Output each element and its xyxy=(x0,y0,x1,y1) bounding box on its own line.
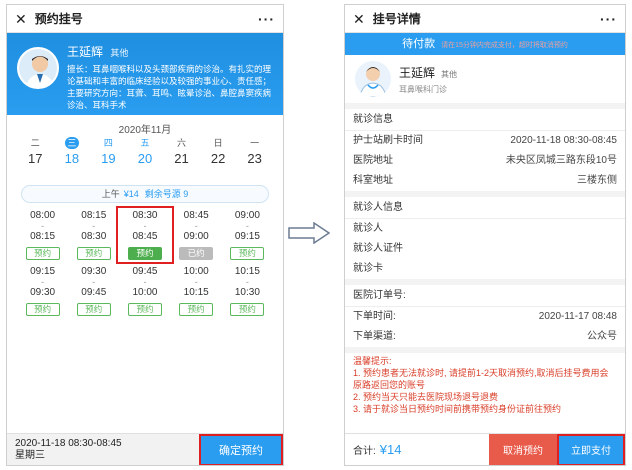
day-item[interactable]: 六 21 xyxy=(167,137,197,175)
close-icon[interactable]: ✕ xyxy=(353,12,365,26)
booked-badge: 已约 xyxy=(179,247,214,260)
period-bar: 上午 ¥14 剩余号源 9 xyxy=(21,185,269,203)
doctor-avatar xyxy=(17,47,59,89)
total-label: 合计: xyxy=(353,446,376,457)
confirm-booking-button[interactable]: 确定预约 xyxy=(199,433,283,465)
selected-datetime: 2020-11-18 08:30-08:45 xyxy=(15,437,122,449)
doctor-name: 王延辉 xyxy=(67,45,104,59)
doctor-tag: 其他 xyxy=(110,48,129,58)
info-row: 下单时间: 2020-11-17 08:48 xyxy=(353,311,617,322)
payment-status: 待付款 xyxy=(402,38,436,50)
day-item-selected[interactable]: 三 18 xyxy=(57,137,87,175)
time-slot: 09:00-09:15 预约 xyxy=(222,209,273,261)
doctor-tag: 其他 xyxy=(441,69,458,79)
day-item[interactable]: 一 23 xyxy=(240,137,270,175)
time-slot: 10:00-10:15 预约 xyxy=(171,265,222,317)
right-topbar: ✕ 挂号详情 ··· xyxy=(345,5,625,33)
book-button[interactable]: 预约 xyxy=(127,303,162,316)
page-title: 预约挂号 xyxy=(34,12,83,26)
time-slot: 09:30-09:45 预约 xyxy=(68,265,119,317)
day-item[interactable]: 五 20 xyxy=(130,137,160,175)
pay-now-button[interactable]: 立即支付 xyxy=(557,433,625,465)
info-row: 医院地址 未央区凤城三路东段10号 xyxy=(353,155,617,166)
book-button[interactable]: 预约 xyxy=(25,247,60,260)
info-row: 就诊卡 xyxy=(353,263,383,274)
tip-item: 2. 预约当天只能去医院现场退号退费 xyxy=(353,392,499,402)
selected-weekday: 星期三 xyxy=(15,449,45,461)
book-button-selected[interactable]: 预约 xyxy=(127,247,162,260)
total-amount: ¥14 xyxy=(379,442,402,457)
book-button[interactable]: 预约 xyxy=(76,303,111,316)
time-slot-selected: 08:30-08:45 预约 xyxy=(116,206,174,264)
day-item[interactable]: 日 22 xyxy=(203,137,233,175)
time-slot: 08:00-08:15 预约 xyxy=(17,209,68,261)
doctor-intro: 擅长：耳鼻咽喉科以及头颈部疾病的诊治。有扎实的理论基础和丰富的临床经验以及较强的… xyxy=(67,64,272,110)
time-slot: 09:15-09:30 预约 xyxy=(17,265,68,317)
flow-arrow-icon xyxy=(288,222,330,244)
time-slot: 08:45-09:00 已约 xyxy=(171,209,222,261)
tips-title: 温馨提示: xyxy=(353,356,392,366)
doctor-card: 王延辉 其他 耳鼻喉科门诊 xyxy=(345,55,625,109)
book-button[interactable]: 预约 xyxy=(179,303,214,316)
info-row: 下单渠道: 公众号 xyxy=(353,331,617,342)
info-row: 就诊人证件 xyxy=(353,243,403,254)
day-item[interactable]: 四 19 xyxy=(93,137,123,175)
doctor-dept: 耳鼻喉科门诊 xyxy=(399,84,447,94)
order-number-title: 医院订单号: xyxy=(345,285,625,307)
booking-screen: ✕ 预约挂号 ··· 王延辉 其他 擅长：耳鼻咽喉科以及头颈部疾病的诊治。有扎实… xyxy=(6,4,284,466)
order-detail-screen: ✕ 挂号详情 ··· 待付款 请在15分钟内完成支付，超时将取消预约 王延辉 其他 … xyxy=(344,4,626,466)
time-slot: 09:45-10:00 预约 xyxy=(119,265,170,317)
payment-status-hint: 请在15分钟内完成支付，超时将取消预约 xyxy=(441,42,568,49)
period-label: 上午 xyxy=(101,189,120,199)
cancel-booking-button[interactable]: 取消预约 xyxy=(489,433,557,465)
book-button[interactable]: 预约 xyxy=(230,247,265,260)
month-label: 2020年11月 xyxy=(118,125,172,136)
info-row: 科室地址 三楼东侧 xyxy=(353,175,617,186)
close-icon[interactable]: ✕ xyxy=(15,12,27,26)
more-icon[interactable]: ··· xyxy=(258,11,275,27)
book-button[interactable]: 预约 xyxy=(76,247,111,260)
patient-info-title: 就诊人信息 xyxy=(345,197,625,219)
tips-block: 温馨提示: 1. 预约患者无法就诊时, 请提前1-2天取消预约,取消后挂号费用会… xyxy=(345,353,625,417)
page-title: 挂号详情 xyxy=(372,12,421,26)
tip-item: 3. 请于就诊当日预约时间前携带预约身份证前往预约 xyxy=(353,404,562,414)
total: 合计: ¥14 xyxy=(345,442,489,457)
time-slot: 10:15-10:30 预约 xyxy=(222,265,273,317)
doctor-banner: 王延辉 其他 擅长：耳鼻咽喉科以及头颈部疾病的诊治。有扎实的理论基础和丰富的临床… xyxy=(7,33,283,115)
more-icon[interactable]: ··· xyxy=(600,11,617,27)
time-slot: 08:15-08:30 预约 xyxy=(68,209,119,261)
payment-footer: 合计: ¥14 取消预约 立即支付 xyxy=(345,433,625,465)
book-button[interactable]: 预约 xyxy=(230,303,265,316)
time-slot-grid: 08:00-08:15 预约 08:15-08:30 预约 08:30-08:45 预… xyxy=(7,206,283,317)
visit-info-title: 就诊信息 xyxy=(345,109,625,131)
info-row: 就诊人 xyxy=(353,223,383,234)
left-topbar: ✕ 预约挂号 ··· xyxy=(7,5,283,33)
date-picker: 二 17 三 18 四 19 五 20 六 21 日 22 一 23 xyxy=(7,135,283,175)
doctor-avatar-icon xyxy=(355,61,391,97)
booking-footer: 2020-11-18 08:30-08:45 星期三 确定预约 xyxy=(7,433,283,465)
day-item[interactable]: 二 17 xyxy=(20,137,50,175)
period-remain: 剩余号源 9 xyxy=(144,189,189,199)
payment-status-bar: 待付款 请在15分钟内完成支付，超时将取消预约 xyxy=(345,33,625,55)
book-button[interactable]: 预约 xyxy=(25,303,60,316)
tip-item: 1. 预约患者无法就诊时, 请提前1-2天取消预约,取消后挂号费用会原路返回您的… xyxy=(353,368,609,390)
period-price: ¥14 xyxy=(123,189,139,199)
info-row: 护士站刷卡时间 2020-11-18 08:30-08:45 xyxy=(353,135,617,146)
doctor-name: 王延辉 xyxy=(399,65,436,80)
